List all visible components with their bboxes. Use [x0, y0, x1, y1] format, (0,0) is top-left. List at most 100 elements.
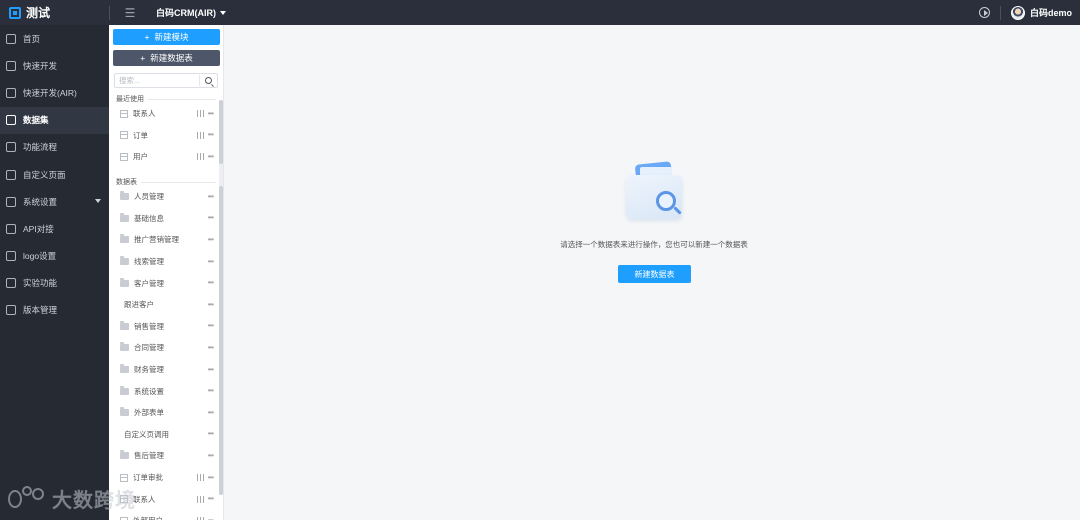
recent-item[interactable]: 用户 •••	[109, 146, 219, 168]
table-list-item[interactable]: 线索管理 •••	[109, 251, 219, 273]
table-list-item[interactable]: 基础信息 •••	[109, 208, 219, 230]
more-icon[interactable]: •••	[208, 365, 214, 374]
more-icon[interactable]: •••	[208, 279, 214, 287]
more-icon[interactable]: •••	[208, 300, 214, 309]
nav-item-label: 首页	[23, 33, 41, 44]
field-settings-icon[interactable]	[195, 153, 205, 161]
collapse-sidebar-button[interactable]: ☰	[110, 0, 150, 25]
create-table-button[interactable]: 新建数据表	[618, 265, 691, 283]
more-icon[interactable]: •••	[208, 257, 214, 266]
more-icon[interactable]: •••	[208, 408, 214, 417]
table-list-item[interactable]: 客户管理 •••	[109, 272, 219, 294]
nav-item-5[interactable]: 自定义页面	[0, 161, 109, 188]
row-actions: •••	[195, 125, 214, 147]
app-switcher[interactable]: 白码CRM(AIR)	[156, 6, 226, 19]
tree-row-label: 基础信息	[134, 213, 164, 223]
more-icon[interactable]: •••	[208, 235, 214, 244]
table-list-item[interactable]: 人员管理 •••	[109, 186, 219, 208]
tree-row-label: 合同管理	[134, 343, 164, 353]
row-actions: •••	[208, 294, 214, 316]
row-actions: •••	[208, 402, 214, 424]
table-list-item[interactable]: 销售管理 •••	[109, 316, 219, 338]
search-icon[interactable]	[205, 77, 212, 84]
flow-icon	[6, 142, 16, 153]
database-icon	[6, 115, 16, 126]
more-icon[interactable]: •••	[208, 192, 214, 201]
nav-item-8[interactable]: logo设置	[0, 243, 109, 270]
table-list-item[interactable]: 系统设置 •••	[109, 380, 219, 402]
field-settings-icon[interactable]	[195, 495, 205, 503]
tree-row-label: 系统设置	[134, 386, 164, 396]
folder-icon	[120, 407, 129, 417]
table-icon	[120, 473, 128, 482]
table-list-item[interactable]: 推广营销管理 •••	[109, 229, 219, 251]
nav-item-7[interactable]: API对接	[0, 215, 109, 242]
more-icon[interactable]: •••	[208, 451, 214, 460]
field-settings-icon[interactable]	[195, 131, 205, 139]
row-actions: •••	[195, 467, 214, 489]
chevron-down-icon	[95, 199, 101, 204]
search-divider	[199, 75, 200, 86]
tree-scrollbar[interactable]	[219, 100, 223, 495]
table-list-item[interactable]: 合同管理 •••	[109, 337, 219, 359]
row-actions: •••	[195, 488, 214, 510]
tree-row-label: 人员管理	[134, 192, 164, 202]
nav-item-label: 功能流程	[23, 142, 58, 153]
settings-icon	[6, 196, 16, 207]
search-box	[114, 73, 218, 88]
more-icon[interactable]: •••	[208, 214, 214, 222]
nav-item-0[interactable]: 首页	[0, 25, 109, 52]
nav-item-9[interactable]: 实验功能	[0, 270, 109, 297]
more-icon[interactable]: •••	[208, 430, 214, 438]
folder-icon	[120, 385, 129, 395]
recent-item[interactable]: 联系人 •••	[109, 103, 219, 125]
more-icon[interactable]: •••	[208, 495, 214, 503]
more-icon[interactable]: •••	[208, 152, 214, 161]
play-circle-icon[interactable]	[978, 7, 990, 18]
nav-item-10[interactable]: 版本管理	[0, 297, 109, 324]
new-module-button[interactable]: + 新建模块	[113, 29, 220, 45]
watermark-text: 大数跨境	[52, 488, 136, 512]
nav-item-1[interactable]: 快速开发	[0, 52, 109, 79]
table-list-item[interactable]: 财务管理 •••	[109, 359, 219, 381]
tree-row-label: 联系人	[133, 494, 156, 504]
more-icon[interactable]: •••	[208, 322, 214, 330]
row-actions: •••	[195, 103, 214, 125]
empty-folder-search-icon	[624, 159, 688, 223]
new-table-label: 新建数据表	[150, 53, 193, 63]
plus-icon: +	[144, 32, 150, 42]
more-icon[interactable]: •••	[208, 343, 214, 352]
row-actions: •••	[208, 380, 214, 402]
nav-item-3[interactable]: 数据集	[0, 106, 109, 134]
nav-item-label: 自定义页面	[23, 169, 66, 180]
top-bar: 测试 ☰ 白码CRM(AIR) 白码demo	[0, 0, 1080, 25]
field-settings-icon[interactable]	[195, 110, 205, 118]
more-icon[interactable]: •••	[208, 109, 214, 118]
cube-icon	[6, 87, 16, 98]
table-list-item[interactable]: 售后管理 •••	[109, 445, 219, 467]
brand[interactable]: 测试	[0, 0, 109, 25]
more-icon[interactable]: •••	[208, 473, 214, 482]
nav-item-2[interactable]: 快速开发(AIR)	[0, 79, 109, 106]
new-table-button[interactable]: + 新建数据表	[113, 50, 220, 66]
main-content: 请选择一个数据表来进行操作，您也可以新建一个数据表 新建数据表	[225, 25, 1080, 520]
table-list-item[interactable]: 自定义页调用 •••	[109, 424, 219, 446]
folder-icon	[120, 342, 129, 352]
field-settings-icon[interactable]	[195, 474, 205, 482]
recent-scroll-thumb[interactable]	[219, 100, 223, 164]
row-actions: •••	[208, 229, 214, 251]
tables-scroll-thumb[interactable]	[219, 186, 223, 495]
nav-item-6[interactable]: 系统设置	[0, 188, 109, 215]
chevron-down-icon	[220, 10, 226, 15]
user-menu[interactable]: 白码demo	[1010, 5, 1072, 20]
more-icon[interactable]: •••	[208, 131, 214, 139]
tree-row-label: 外部用户	[133, 515, 163, 520]
search-input[interactable]	[115, 74, 199, 87]
recent-item[interactable]: 订单 •••	[109, 125, 219, 147]
nav-item-4[interactable]: 功能流程	[0, 134, 109, 161]
folder-icon	[120, 256, 129, 266]
more-icon[interactable]: •••	[208, 387, 214, 395]
folder-icon	[120, 450, 129, 460]
table-list-item[interactable]: 跟进客户 •••	[109, 294, 219, 316]
table-list-item[interactable]: 外部表单 •••	[109, 402, 219, 424]
